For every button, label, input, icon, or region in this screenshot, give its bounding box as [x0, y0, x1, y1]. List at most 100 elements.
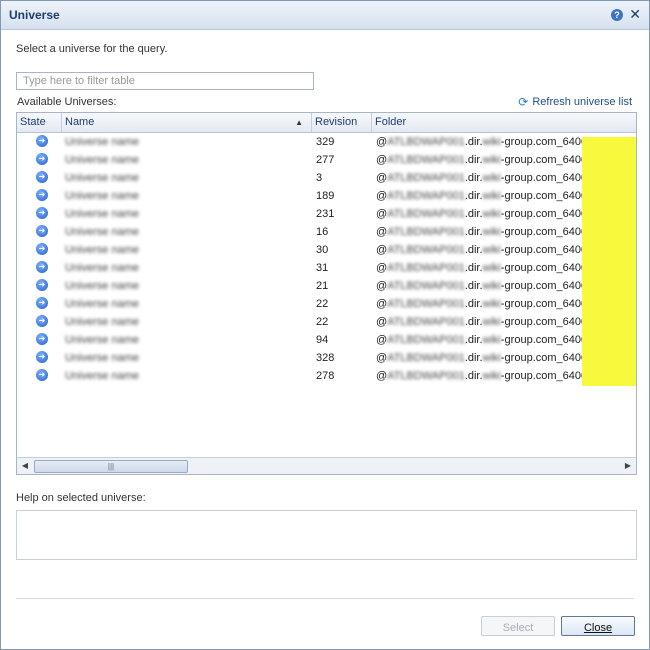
table-row[interactable]: ➜ Universe name 277 @ATLBDWAP001.dir.wiki-g…	[17, 151, 636, 169]
folder-host-redacted: ATLBDWAP001	[387, 208, 465, 220]
revision-cell: 278	[316, 370, 335, 382]
scroll-left-icon[interactable]: ◀	[19, 460, 31, 472]
select-button[interactable]: Select	[481, 616, 555, 636]
revision-cell: 30	[316, 244, 329, 256]
revision-cell: 231	[316, 208, 335, 220]
folder-host-redacted: ATLBDWAP001	[387, 352, 465, 364]
scroll-right-icon[interactable]: ▶	[622, 460, 634, 472]
state-available-icon: ➜	[36, 279, 48, 291]
folder-domain: .dir.	[464, 316, 483, 328]
state-available-icon: ➜	[36, 243, 48, 255]
folder-domain: .dir.	[464, 154, 483, 166]
folder-prefix: @	[376, 154, 388, 166]
table-row[interactable]: ➜ Universe name 3 @ATLBDWAP001.dir.wiki-gro…	[17, 169, 636, 187]
col-state[interactable]: State	[17, 113, 62, 132]
folder-domain: .dir.	[464, 136, 483, 148]
state-available-icon: ➜	[36, 153, 48, 165]
folder-tail: -group.com_6400/	[500, 208, 591, 220]
col-revision[interactable]: Revision	[312, 113, 372, 132]
folder-tail: -group.com_6400/	[500, 316, 591, 328]
state-available-icon: ➜	[36, 171, 48, 183]
folder-tail: -group.com_6400/	[500, 190, 591, 202]
folder-tail: -group.com_6400/	[500, 370, 591, 382]
folder-org-redacted: wiki	[482, 334, 501, 346]
folder-host-redacted: ATLBDWAP001	[387, 316, 465, 328]
highlight-overlay	[582, 137, 636, 386]
help-icon[interactable]: ?	[611, 9, 623, 21]
table-row[interactable]: ➜ Universe name 16 @ATLBDWAP001.dir.wiki-gr…	[17, 223, 636, 241]
state-available-icon: ➜	[36, 261, 48, 273]
col-name-label: Name	[65, 116, 95, 128]
name-cell: Universe name	[65, 352, 139, 364]
folder-domain: .dir.	[464, 262, 483, 274]
folder-prefix: @	[376, 298, 388, 310]
scroll-thumb[interactable]: |||	[34, 460, 188, 473]
close-icon[interactable]: ✕	[629, 6, 641, 23]
folder-host-redacted: ATLBDWAP001	[387, 280, 465, 292]
table-row[interactable]: ➜ Universe name 22 @ATLBDWAP001.dir.wiki-gr…	[17, 313, 636, 331]
table-row[interactable]: ➜ Universe name 328 @ATLBDWAP001.dir.wiki-g…	[17, 349, 636, 367]
revision-cell: 22	[316, 298, 329, 310]
revision-cell: 3	[316, 172, 323, 184]
name-cell: Universe name	[65, 298, 139, 310]
name-cell: Universe name	[65, 370, 139, 382]
folder-host-redacted: ATLBDWAP001	[387, 244, 465, 256]
name-cell: Universe name	[65, 262, 139, 274]
folder-org-redacted: wiki	[482, 298, 501, 310]
table-row[interactable]: ➜ Universe name 22 @ATLBDWAP001.dir.wiki-gr…	[17, 295, 636, 313]
folder-org-redacted: wiki	[482, 226, 501, 238]
folder-org-redacted: wiki	[482, 280, 501, 292]
folder-domain: .dir.	[464, 352, 483, 364]
folder-host-redacted: ATLBDWAP001	[387, 298, 465, 310]
prompt-text: Select a universe for the query.	[16, 43, 168, 55]
table-row[interactable]: ➜ Universe name 21 @ATLBDWAP001.dir.wiki-gr…	[17, 277, 636, 295]
name-cell: Universe name	[65, 226, 139, 238]
revision-cell: 22	[316, 316, 329, 328]
folder-org-redacted: wiki	[482, 172, 501, 184]
help-label: Help on selected universe:	[16, 492, 146, 504]
table-row[interactable]: ➜ Universe name 189 @ATLBDWAP001.dir.wiki-g…	[17, 187, 636, 205]
folder-org-redacted: wiki	[482, 208, 501, 220]
folder-prefix: @	[376, 370, 388, 382]
folder-host-redacted: ATLBDWAP001	[387, 172, 465, 184]
table-row[interactable]: ➜ Universe name 231 @ATLBDWAP001.dir.wiki-g…	[17, 205, 636, 223]
folder-org-redacted: wiki	[482, 136, 501, 148]
folder-prefix: @	[376, 172, 388, 184]
name-cell: Universe name	[65, 334, 139, 346]
name-cell: Universe name	[65, 190, 139, 202]
state-available-icon: ➜	[36, 315, 48, 327]
folder-domain: .dir.	[464, 298, 483, 310]
col-name[interactable]: Name ▲	[62, 113, 312, 132]
revision-cell: 94	[316, 334, 329, 346]
horizontal-scrollbar[interactable]: ◀ ||| ▶	[17, 457, 636, 474]
table-row[interactable]: ➜ Universe name 329 @ATLBDWAP001.dir.wiki-g…	[17, 133, 636, 151]
refresh-icon: ⟳	[518, 95, 529, 109]
table-row[interactable]: ➜ Universe name 30 @ATLBDWAP001.dir.wiki-gr…	[17, 241, 636, 259]
name-cell: Universe name	[65, 316, 139, 328]
table-row[interactable]: ➜ Universe name 31 @ATLBDWAP001.dir.wiki-gr…	[17, 259, 636, 277]
universes-table[interactable]: State Name ▲ Revision Folder ➜ Universe n…	[16, 112, 637, 475]
folder-host-redacted: ATLBDWAP001	[387, 190, 465, 202]
name-cell: Universe name	[65, 154, 139, 166]
folder-domain: .dir.	[464, 226, 483, 238]
folder-prefix: @	[376, 262, 388, 274]
filter-input[interactable]	[16, 72, 314, 90]
folder-tail: -group.com_6400/	[500, 298, 591, 310]
folder-host-redacted: ATLBDWAP001	[387, 136, 465, 148]
table-body: ➜ Universe name 329 @ATLBDWAP001.dir.wiki-g…	[17, 133, 636, 385]
folder-host-redacted: ATLBDWAP001	[387, 262, 465, 274]
close-button[interactable]: Close	[561, 616, 635, 636]
col-folder[interactable]: Folder	[372, 113, 636, 132]
folder-domain: .dir.	[464, 244, 483, 256]
name-cell: Universe name	[65, 244, 139, 256]
revision-cell: 328	[316, 352, 335, 364]
table-row[interactable]: ➜ Universe name 278 @ATLBDWAP001.dir.wiki-g…	[17, 367, 636, 385]
name-cell: Universe name	[65, 208, 139, 220]
footer-divider	[16, 598, 634, 599]
folder-org-redacted: wiki	[482, 370, 501, 382]
refresh-universe-list-link[interactable]: ⟳ Refresh universe list	[518, 95, 632, 109]
universe-dialog: Universe ? ✕ Select a universe for the q…	[0, 0, 650, 650]
revision-cell: 277	[316, 154, 335, 166]
table-row[interactable]: ➜ Universe name 94 @ATLBDWAP001.dir.wiki-gr…	[17, 331, 636, 349]
refresh-label: Refresh universe list	[532, 96, 632, 108]
